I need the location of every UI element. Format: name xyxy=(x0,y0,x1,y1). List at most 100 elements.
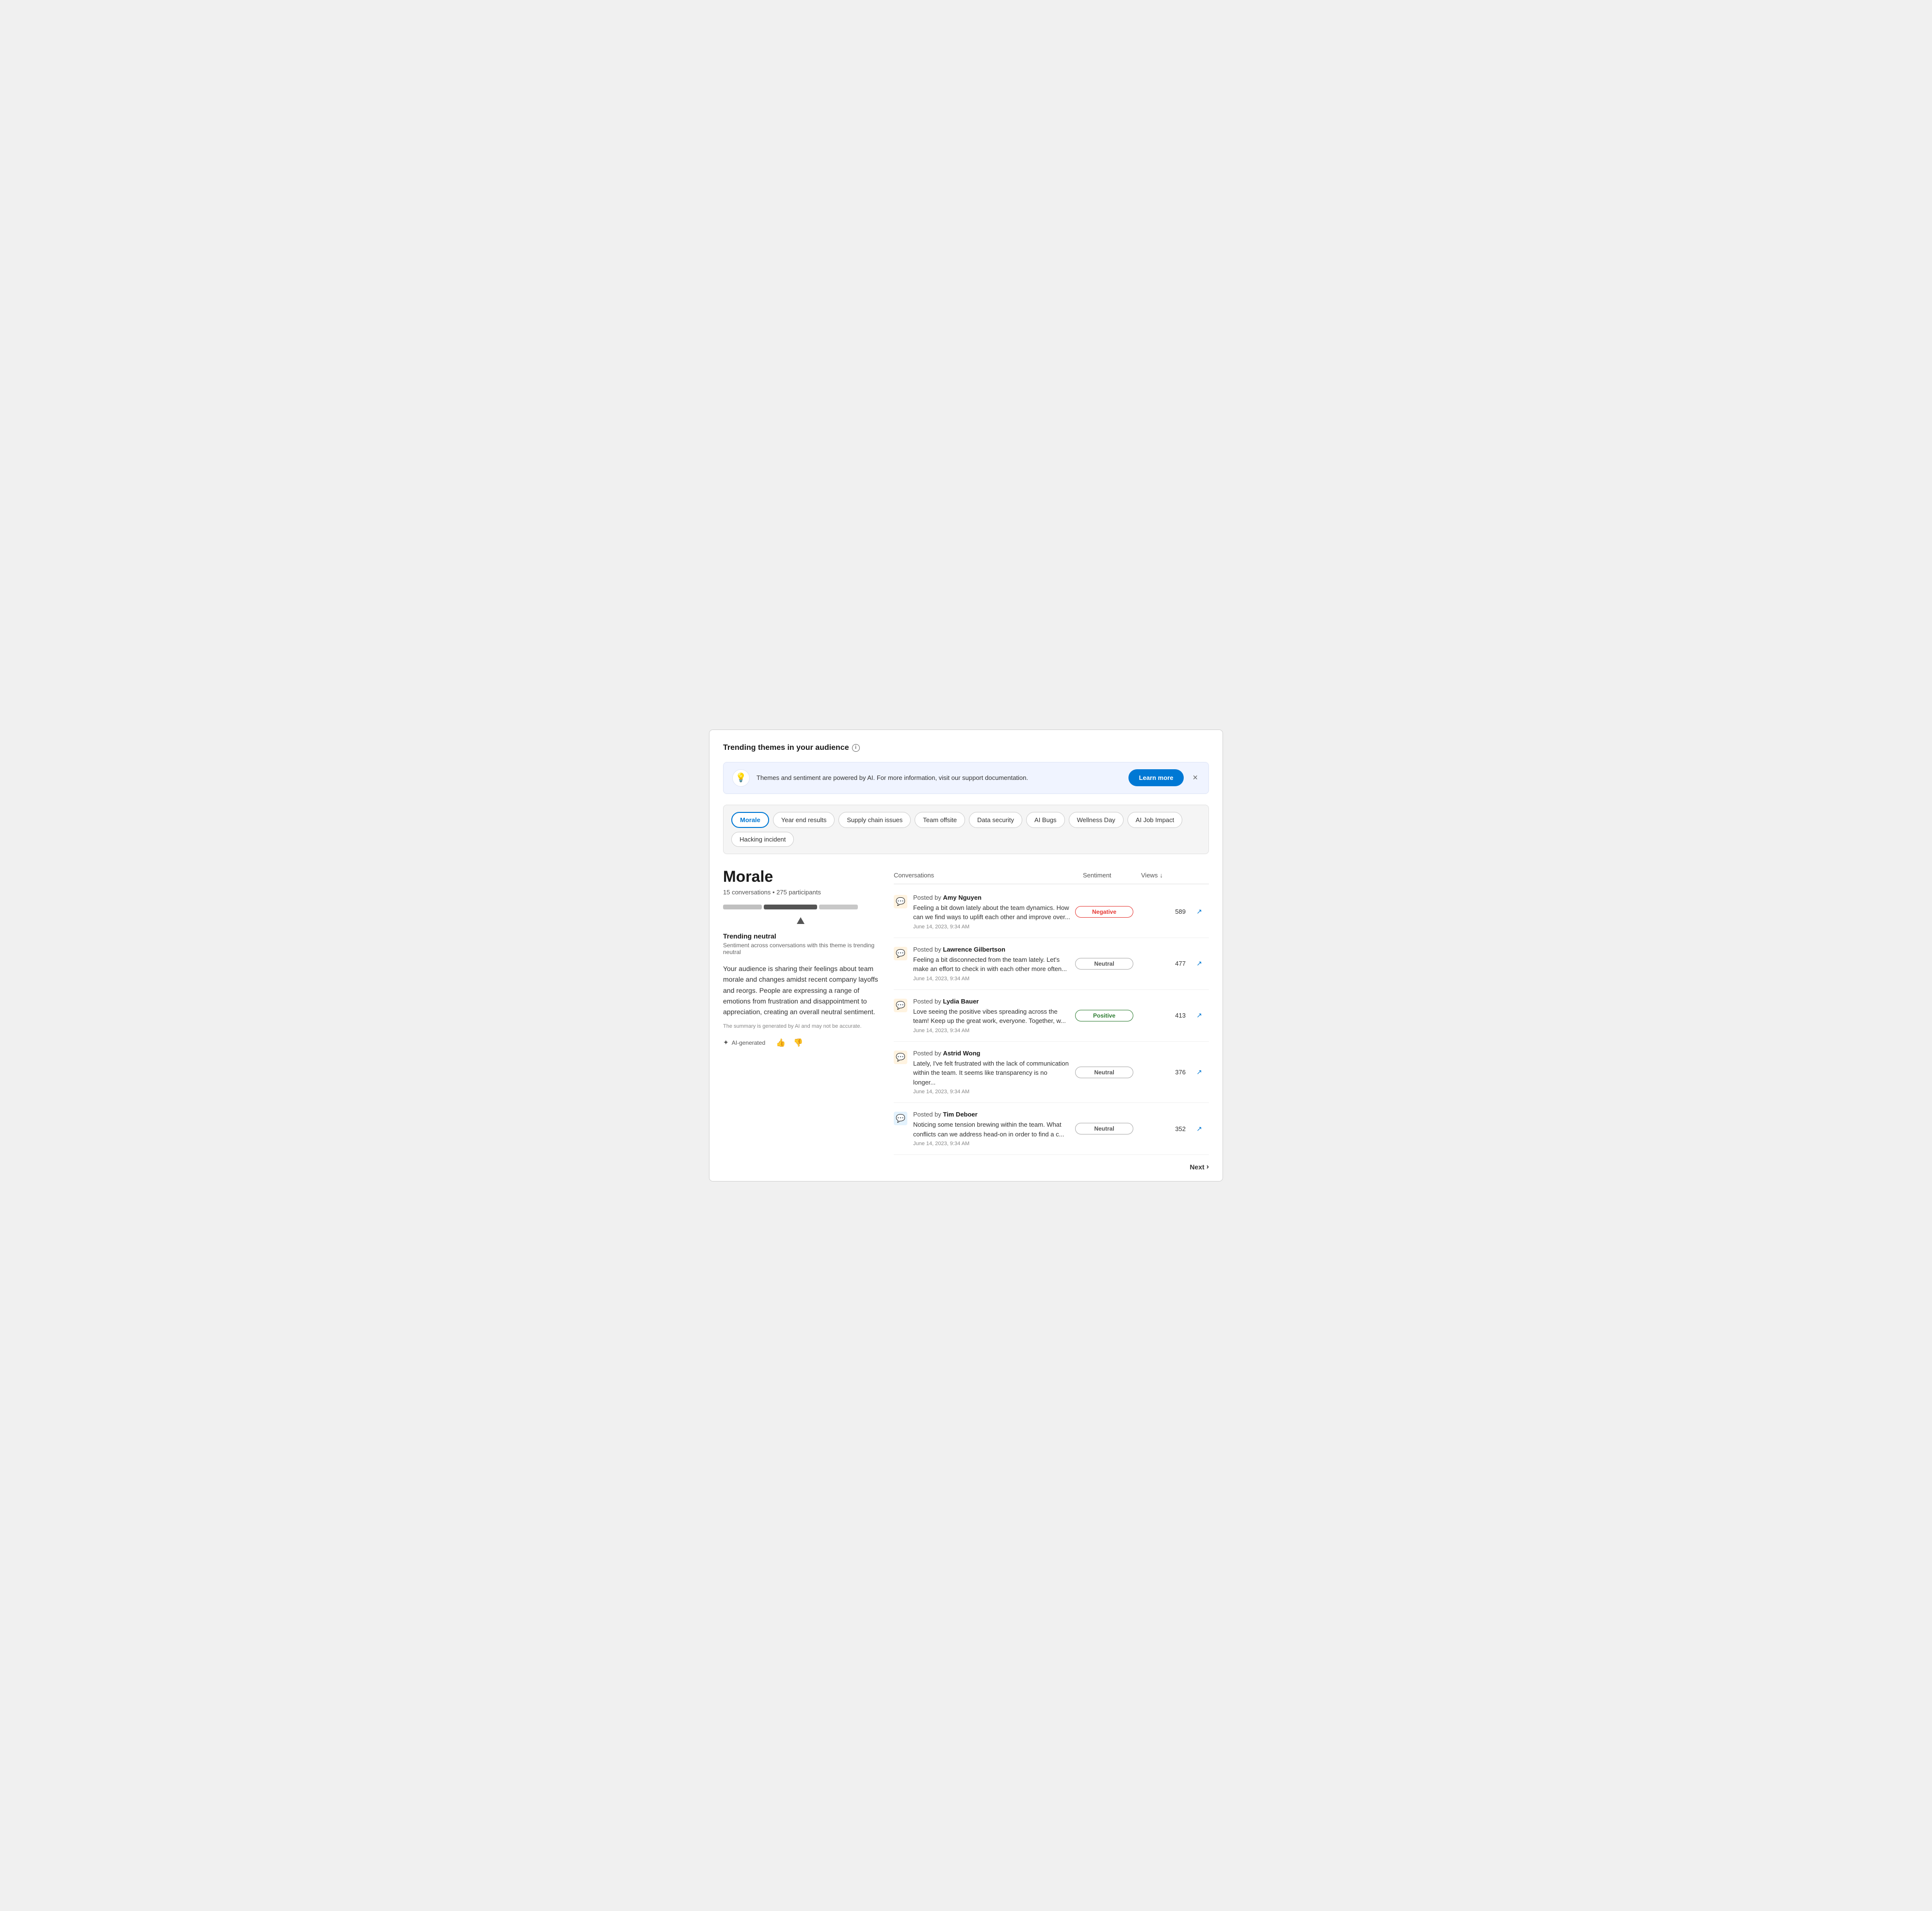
conversations-list: 💬 Posted by Amy Nguyen Feeling a bit dow… xyxy=(894,886,1209,1155)
col-views-label: Views ↓ xyxy=(1141,872,1190,879)
conv-body-0: Posted by Amy Nguyen Feeling a bit down … xyxy=(913,894,1071,930)
sentiment-badge-2: Positive xyxy=(1075,1010,1133,1021)
sort-down-icon[interactable]: ↓ xyxy=(1159,872,1163,879)
ai-bulb-icon: 💡 xyxy=(732,769,750,787)
tab-data-security[interactable]: Data security xyxy=(969,812,1022,828)
tab-hacking-incident[interactable]: Hacking incident xyxy=(731,832,794,847)
sentiment-bar xyxy=(723,905,878,909)
table-row: 💬 Posted by Lawrence Gilbertson Feeling … xyxy=(894,938,1209,990)
conv-text-2: Love seeing the positive vibes spreading… xyxy=(913,1007,1071,1026)
tab-ai-bugs[interactable]: AI Bugs xyxy=(1026,812,1065,828)
bar-positive xyxy=(819,905,858,909)
sentiment-indicator xyxy=(723,917,878,926)
sparkle-icon: ✦ xyxy=(723,1038,729,1047)
conv-icon-1: 💬 xyxy=(894,947,907,960)
views-count-2: 413 xyxy=(1137,1012,1186,1019)
conv-icon-4: 💬 xyxy=(894,1112,907,1125)
thumbs-down-button[interactable]: 👎 xyxy=(792,1037,804,1049)
learn-more-button[interactable]: Learn more xyxy=(1128,769,1184,786)
conv-main-3: 💬 Posted by Astrid Wong Lately, I've fel… xyxy=(894,1050,1071,1095)
theme-title: Morale xyxy=(723,868,878,886)
trending-neutral-title: Trending neutral xyxy=(723,932,878,940)
main-content: Morale 15 conversations • 275 participan… xyxy=(723,868,1209,1172)
tab-team-offsite[interactable]: Team offsite xyxy=(915,812,965,828)
conv-text-0: Feeling a bit down lately about the team… xyxy=(913,903,1071,922)
conv-date-3: June 14, 2023, 9:34 AM xyxy=(913,1089,1071,1095)
ai-generated-label: AI-generated xyxy=(732,1039,765,1046)
conv-main-0: 💬 Posted by Amy Nguyen Feeling a bit dow… xyxy=(894,894,1071,930)
conversations-count: 15 conversations xyxy=(723,889,771,896)
ai-banner: 💡 Themes and sentiment are powered by AI… xyxy=(723,762,1209,794)
page-title-row: Trending themes in your audience i xyxy=(723,744,1209,752)
table-row: 💬 Posted by Astrid Wong Lately, I've fel… xyxy=(894,1042,1209,1103)
trending-neutral-sub: Sentiment across conversations with this… xyxy=(723,942,878,956)
participants-count: 275 participants xyxy=(776,889,821,896)
table-row: 💬 Posted by Tim Deboer Noticing some ten… xyxy=(894,1103,1209,1155)
banner-text: Themes and sentiment are powered by AI. … xyxy=(757,774,1122,781)
trend-icon-1[interactable]: ↗ xyxy=(1190,959,1209,968)
info-icon[interactable]: i xyxy=(852,744,860,752)
conv-author-0: Posted by Amy Nguyen xyxy=(913,894,1071,901)
right-panel: Conversations Sentiment Views ↓ 💬 Posted… xyxy=(894,868,1209,1172)
conv-date-4: June 14, 2023, 9:34 AM xyxy=(913,1141,1071,1147)
conv-author-1: Posted by Lawrence Gilbertson xyxy=(913,946,1071,953)
sentiment-badge-0: Negative xyxy=(1075,906,1133,918)
left-panel: Morale 15 conversations • 275 participan… xyxy=(723,868,878,1172)
conv-author-4: Posted by Tim Deboer xyxy=(913,1111,1071,1118)
col-conversations-label: Conversations xyxy=(894,872,1083,879)
conv-date-0: June 14, 2023, 9:34 AM xyxy=(913,924,1071,930)
views-count-1: 477 xyxy=(1137,960,1186,967)
conv-author-3: Posted by Astrid Wong xyxy=(913,1050,1071,1057)
theme-meta: 15 conversations • 275 participants xyxy=(723,889,878,896)
sentiment-badge-4: Neutral xyxy=(1075,1123,1133,1134)
ai-disclaimer: The summary is generated by AI and may n… xyxy=(723,1023,878,1029)
conv-main-4: 💬 Posted by Tim Deboer Noticing some ten… xyxy=(894,1111,1071,1147)
thumbs-up-button[interactable]: 👍 xyxy=(775,1037,787,1049)
tab-ai-job-impact[interactable]: AI Job Impact xyxy=(1127,812,1182,828)
ai-generated-row: ✦ AI-generated 👍 👎 xyxy=(723,1037,878,1049)
conv-body-4: Posted by Tim Deboer Noticing some tensi… xyxy=(913,1111,1071,1147)
trend-icon-3[interactable]: ↗ xyxy=(1190,1068,1209,1076)
next-button[interactable]: Next › xyxy=(1190,1163,1209,1171)
feedback-icons: 👍 👎 xyxy=(775,1037,804,1049)
conv-date-2: June 14, 2023, 9:34 AM xyxy=(913,1028,1071,1034)
conv-main-2: 💬 Posted by Lydia Bauer Love seeing the … xyxy=(894,998,1071,1034)
tab-morale[interactable]: Morale xyxy=(731,812,769,828)
next-label: Next xyxy=(1190,1163,1204,1171)
conv-icon-2: 💬 xyxy=(894,999,907,1012)
views-count-0: 589 xyxy=(1137,908,1186,915)
chevron-right-icon: › xyxy=(1207,1163,1209,1171)
views-count-3: 376 xyxy=(1137,1069,1186,1076)
conv-date-1: June 14, 2023, 9:34 AM xyxy=(913,976,1071,982)
conv-author-2: Posted by Lydia Bauer xyxy=(913,998,1071,1005)
conv-body-1: Posted by Lawrence Gilbertson Feeling a … xyxy=(913,946,1071,982)
sentiment-badge-3: Neutral xyxy=(1075,1067,1133,1078)
tab-supply-chain-issues[interactable]: Supply chain issues xyxy=(838,812,911,828)
conv-text-3: Lately, I've felt frustrated with the la… xyxy=(913,1059,1071,1087)
bar-negative xyxy=(723,905,762,909)
bar-neutral xyxy=(764,905,817,909)
summary-text: Your audience is sharing their feelings … xyxy=(723,963,878,1018)
tab-wellness-day[interactable]: Wellness Day xyxy=(1069,812,1124,828)
tab-year-end-results[interactable]: Year end results xyxy=(773,812,835,828)
trend-icon-4[interactable]: ↗ xyxy=(1190,1125,1209,1133)
themes-tabs: MoraleYear end resultsSupply chain issue… xyxy=(723,805,1209,854)
triangle-icon xyxy=(797,917,805,924)
page-container: Trending themes in your audience i 💡 The… xyxy=(709,729,1223,1182)
conv-icon-0: 💬 xyxy=(894,895,907,908)
table-row: 💬 Posted by Lydia Bauer Love seeing the … xyxy=(894,990,1209,1042)
ai-generated-badge: ✦ AI-generated xyxy=(723,1038,765,1047)
conv-icon-3: 💬 xyxy=(894,1051,907,1064)
conv-main-1: 💬 Posted by Lawrence Gilbertson Feeling … xyxy=(894,946,1071,982)
banner-close-button[interactable]: × xyxy=(1191,771,1200,785)
trend-icon-2[interactable]: ↗ xyxy=(1190,1011,1209,1020)
page-title: Trending themes in your audience xyxy=(723,744,849,752)
tabs-row: MoraleYear end resultsSupply chain issue… xyxy=(731,812,1201,847)
conv-body-3: Posted by Astrid Wong Lately, I've felt … xyxy=(913,1050,1071,1095)
table-header: Conversations Sentiment Views ↓ xyxy=(894,868,1209,884)
sentiment-badge-1: Neutral xyxy=(1075,958,1133,970)
views-count-4: 352 xyxy=(1137,1125,1186,1133)
trend-icon-0[interactable]: ↗ xyxy=(1190,907,1209,916)
conv-text-1: Feeling a bit disconnected from the team… xyxy=(913,955,1071,974)
col-sentiment-label: Sentiment xyxy=(1083,872,1141,879)
